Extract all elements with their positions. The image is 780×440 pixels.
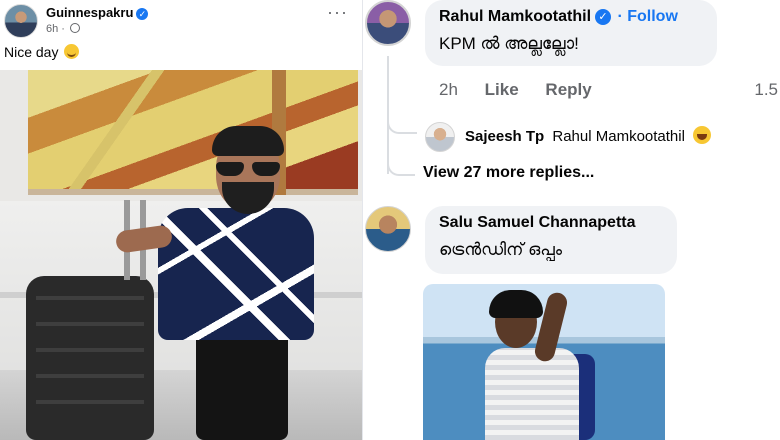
comment-text: ട്രെൻഡിന് ഒപ്പം [439,240,562,259]
post-author-avatar[interactable] [4,4,38,38]
commenter-avatar-salu[interactable] [365,206,411,252]
post-author-name[interactable]: Guinnespakru [46,5,133,20]
photo-painting [28,70,358,195]
reply-author-avatar[interactable] [425,122,455,152]
comment-author: Rahul Mamkootathil ✓ · Follow [439,8,703,26]
comment-bubble: Rahul Mamkootathil ✓ · Follow KPM ൽ അല്ലല… [425,0,717,66]
thread-connector [387,160,415,176]
verified-icon: ✓ [136,8,149,20]
view-more-replies-link[interactable]: View 27 more replies... [423,164,594,182]
comment-text: KPM ൽ അല്ലല്ലോ! [439,34,579,53]
photo-person-shirt [158,208,314,340]
commenter-avatar-rahul[interactable] [365,0,411,46]
comment-author: Salu Samuel Channapetta [439,214,663,232]
post-panel: Guinnespakru ✓ 6h · ··· Nice day [0,0,362,440]
comment-actions: 2h Like Reply [439,80,614,100]
comment-bubble: Salu Samuel Channapetta ട്രെൻഡിന് ഒപ്പം [425,206,677,274]
post-header: Guinnespakru ✓ 6h · ··· [0,0,362,40]
post-author[interactable]: Guinnespakru ✓ [46,5,149,20]
reaction-count[interactable]: 1.5 [754,80,778,100]
comment-image-person-hair [489,290,543,318]
reply-button[interactable]: Reply [545,80,591,99]
more-icon[interactable]: ··· [327,2,348,23]
comment-author-name[interactable]: Rahul Mamkootathil [439,8,591,25]
photo-person-hair [212,126,284,156]
reply-mention[interactable]: Rahul Mamkootathil [552,128,685,145]
thread-connector [387,112,417,134]
like-button[interactable]: Like [485,80,519,99]
post-text: Nice day [4,44,80,60]
comment-time[interactable]: 2h [439,80,458,99]
photo-person-legs [196,336,288,440]
comment-author-name[interactable]: Salu Samuel Channapetta [439,214,636,231]
comment-image[interactable] [423,284,665,440]
follow-button[interactable]: · Follow [617,8,677,25]
post-text-content: Nice day [4,44,59,60]
comment-image-person-shirt [485,348,579,440]
photo-suitcase [26,276,154,440]
post-photo[interactable] [0,70,362,440]
globe-icon [70,23,81,33]
laugh-emoji-icon [693,126,712,144]
comments-panel: Rahul Mamkootathil ✓ · Follow KPM ൽ അല്ലല… [362,0,780,440]
smile-emoji-icon [64,44,80,59]
photo-person-sunglasses [214,162,282,176]
verified-icon: ✓ [595,9,612,25]
post-time[interactable]: 6h [46,23,58,35]
reply-preview[interactable]: Sajeesh Tp Rahul Mamkootathil [465,126,712,145]
post-meta: 6h · [46,23,81,35]
reply-author[interactable]: Sajeesh Tp [465,128,544,145]
